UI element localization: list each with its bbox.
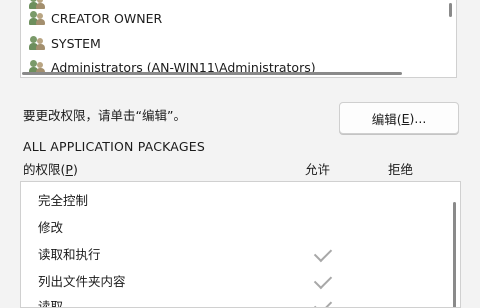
principals-list[interactable]: CREATOR OWNER SYSTEM Administrators (AN-… [20, 0, 457, 78]
list-item[interactable]: CREATOR OWNER [29, 7, 162, 29]
permission-name: 读取和执行 [38, 244, 101, 263]
permission-row: 列出文件夹内容 [38, 268, 126, 292]
permissions-title-accel: P [65, 162, 73, 177]
column-deny-header: 拒绝 [388, 159, 413, 178]
principal-label: SYSTEM [51, 36, 101, 51]
edit-button[interactable]: 编辑(E)... [339, 102, 459, 134]
user-group-icon [29, 35, 45, 51]
permissions-title-suffix: ) [73, 162, 78, 177]
permissions-title: 的权限(P) [23, 159, 78, 178]
permission-row: 完全控制 [38, 187, 88, 211]
permission-name: 读取 [38, 296, 63, 308]
allow-check-icon [314, 244, 332, 262]
scrollbar-thumb[interactable] [449, 3, 452, 17]
permissions-scrollbar[interactable] [451, 184, 459, 305]
principals-hscrollbar-thumb[interactable] [22, 72, 402, 75]
edit-hint-text: 要更改权限，请单击“编辑”。 [23, 105, 186, 124]
scrollbar-thumb[interactable] [453, 202, 456, 308]
principal-label: CREATOR OWNER [51, 11, 162, 26]
permission-name: 列出文件夹内容 [38, 271, 126, 290]
allow-check-icon [314, 296, 332, 308]
permissions-principal-name: ALL APPLICATION PACKAGES [23, 139, 205, 154]
permission-row: 读取和执行 [38, 241, 101, 265]
permissions-title-prefix: 的权限( [23, 162, 65, 177]
edit-button-prefix: 编辑( [372, 109, 402, 128]
edit-button-accel: E [402, 111, 410, 126]
permission-row: 读取 [38, 293, 63, 308]
principals-scrollbar[interactable] [447, 1, 455, 75]
user-group-icon [29, 10, 45, 26]
edit-button-suffix: )... [410, 111, 427, 126]
list-item[interactable]: SYSTEM [29, 32, 101, 54]
permission-row: 修改 [38, 214, 63, 238]
permission-name: 完全控制 [38, 190, 88, 209]
column-allow-header: 允许 [305, 159, 330, 178]
permissions-list[interactable]: 完全控制 修改 读取和执行 列出文件夹内容 读取 [20, 181, 461, 308]
allow-check-icon [314, 271, 332, 289]
permission-name: 修改 [38, 217, 63, 236]
